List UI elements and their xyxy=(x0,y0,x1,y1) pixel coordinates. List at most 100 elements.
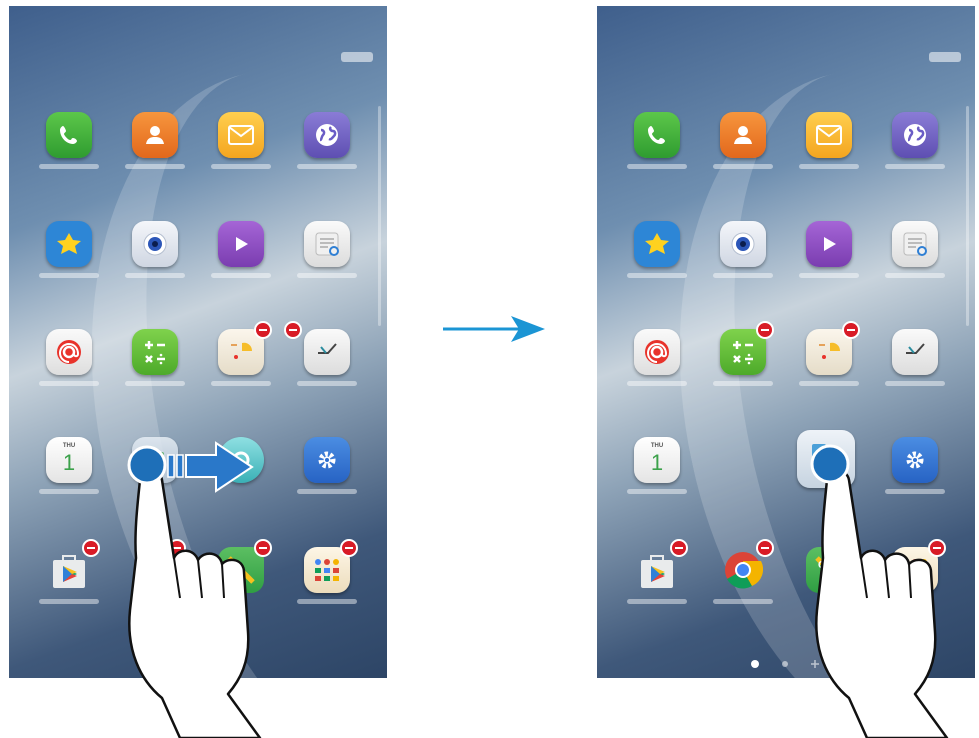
remove-badge[interactable] xyxy=(756,539,774,557)
remove-badge[interactable] xyxy=(254,321,272,339)
app-clock[interactable] xyxy=(885,329,945,409)
app-label xyxy=(211,381,271,386)
app-label xyxy=(39,599,99,604)
app-s-planner[interactable] xyxy=(799,321,860,409)
app-calculator[interactable] xyxy=(125,321,302,409)
app-memo[interactable] xyxy=(885,221,945,301)
app-messages[interactable] xyxy=(799,112,859,192)
email-icon xyxy=(806,112,852,158)
google-folder-icon xyxy=(797,430,855,488)
gallery-icon xyxy=(46,221,92,267)
page-dot-current[interactable] xyxy=(751,660,759,668)
camera-icon xyxy=(132,221,178,267)
calendar-date: 1 xyxy=(650,450,664,475)
app-phone[interactable] xyxy=(627,112,687,192)
app-label xyxy=(885,489,945,494)
app-contacts[interactable] xyxy=(713,112,773,192)
app-google-folder-dragging[interactable] xyxy=(125,437,185,517)
remove-badge[interactable] xyxy=(842,321,860,339)
app-label xyxy=(297,489,357,494)
clock-icon xyxy=(304,329,350,375)
app-internet[interactable] xyxy=(297,112,357,192)
app-label xyxy=(39,489,99,494)
scrollbar[interactable] xyxy=(966,106,969,326)
app-label xyxy=(211,273,271,278)
app-internet[interactable] xyxy=(885,112,945,192)
remove-badge[interactable] xyxy=(756,321,774,339)
app-google-folder-moved[interactable] xyxy=(793,430,865,518)
page-dot[interactable] xyxy=(782,661,788,667)
app-label xyxy=(799,273,859,278)
calendar-icon: THU 1 xyxy=(634,437,680,483)
app-contacts[interactable] xyxy=(125,112,185,192)
add-page-icon[interactable] xyxy=(811,660,819,668)
remove-badge[interactable] xyxy=(168,539,186,557)
gear-icon xyxy=(304,437,350,483)
phone-icon xyxy=(46,112,92,158)
app-camera[interactable] xyxy=(713,221,773,301)
remove-badge[interactable] xyxy=(670,539,688,557)
play-icon xyxy=(218,221,264,267)
remove-badge[interactable] xyxy=(928,539,946,557)
app-gallery[interactable] xyxy=(39,221,99,301)
app-calendar[interactable]: THU 1 xyxy=(627,437,687,517)
scrollbar[interactable] xyxy=(378,106,381,326)
app-maps[interactable]: G xyxy=(799,539,860,627)
app-messages[interactable] xyxy=(211,112,271,192)
app-label xyxy=(39,273,99,278)
remove-badge[interactable] xyxy=(254,539,272,557)
remove-badge[interactable] xyxy=(842,539,860,557)
app-label xyxy=(713,273,773,278)
app-label xyxy=(125,164,185,169)
app-play-store[interactable] xyxy=(627,539,688,627)
app-memo[interactable] xyxy=(297,221,357,301)
app-settings[interactable] xyxy=(297,437,357,517)
gear-icon xyxy=(892,437,938,483)
app-video[interactable] xyxy=(211,221,271,301)
app-label xyxy=(799,381,859,386)
app-calendar[interactable]: THU 1 xyxy=(39,437,99,517)
app-google-folder[interactable] xyxy=(297,539,358,627)
app-settings[interactable] xyxy=(885,437,945,517)
gallery-icon xyxy=(634,221,680,267)
at-sign-icon xyxy=(46,329,92,375)
app-google-folder[interactable] xyxy=(885,539,946,627)
remove-badge[interactable] xyxy=(82,539,100,557)
right-arrow-icon xyxy=(443,316,545,342)
app-email[interactable] xyxy=(627,329,687,409)
app-label xyxy=(39,164,99,169)
app-circle-icon xyxy=(218,437,264,483)
app-label xyxy=(297,273,357,278)
phone-icon xyxy=(634,112,680,158)
svg-text:G: G xyxy=(818,560,826,571)
edit-button[interactable] xyxy=(929,52,961,62)
app-label xyxy=(125,273,185,278)
app-chrome[interactable] xyxy=(125,539,186,627)
app-chrome[interactable] xyxy=(713,539,774,627)
calendar-day: THU xyxy=(62,443,76,449)
app-label xyxy=(885,381,945,386)
app-calculator[interactable] xyxy=(713,321,774,409)
contacts-icon xyxy=(720,112,766,158)
page-indicator[interactable] xyxy=(747,657,827,676)
edit-button[interactable] xyxy=(341,52,373,62)
home-screen-after: THU 1 G xyxy=(597,6,975,678)
globe-icon xyxy=(892,112,938,158)
app-play-store[interactable] xyxy=(39,539,100,627)
app-camera[interactable] xyxy=(125,221,185,301)
app-phone[interactable] xyxy=(39,112,99,192)
play-icon xyxy=(806,221,852,267)
app-clock[interactable] xyxy=(297,329,357,409)
app-hidden-behind-arrow[interactable] xyxy=(211,437,271,517)
app-label xyxy=(297,381,357,386)
remove-badge[interactable] xyxy=(340,539,358,557)
app-video[interactable] xyxy=(799,221,859,301)
app-label xyxy=(627,489,687,494)
app-label xyxy=(713,599,773,604)
app-email[interactable] xyxy=(39,329,99,409)
memo-icon xyxy=(892,221,938,267)
app-gallery[interactable] xyxy=(627,221,687,301)
app-maps[interactable]: G xyxy=(211,539,272,627)
app-s-planner[interactable] xyxy=(211,321,272,409)
calculator-icon xyxy=(132,329,178,375)
